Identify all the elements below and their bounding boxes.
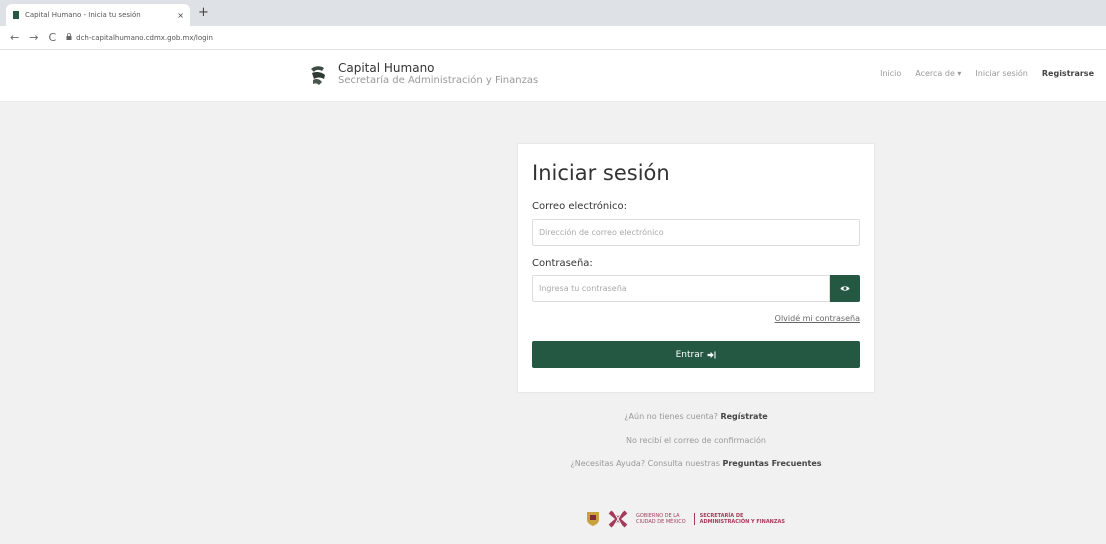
- help-prompt: ¿Necesitas Ayuda? Consulta nuestras Preg…: [517, 459, 875, 468]
- forward-button[interactable]: →: [29, 31, 38, 44]
- login-card: Iniciar sesión Correo electrónico: Contr…: [517, 143, 875, 393]
- tab-close-icon[interactable]: ×: [177, 11, 184, 20]
- tab-title: Capital Humano - Inicia tu sesión: [25, 11, 141, 19]
- site-header: Capital Humano Secretaría de Administrac…: [0, 50, 1106, 102]
- browser-toolbar: ← → C dch-capitalhumano.cdmx.gob.mx/logi…: [0, 26, 1106, 50]
- brand-name: Capital Humano: [338, 61, 435, 75]
- no-confirmation-text[interactable]: No recibí el correo de confirmación: [626, 436, 766, 445]
- password-label: Contraseña:: [532, 258, 593, 269]
- sec-text-block: SECRETARÍA DE ADMINISTRACIÓN Y FINANZAS: [693, 513, 785, 525]
- register-prompt: ¿Aún no tienes cuenta? Regístrate: [517, 412, 875, 421]
- site-logo[interactable]: Capital Humano Secretaría de Administrac…: [306, 62, 538, 87]
- reload-button[interactable]: C: [48, 31, 56, 44]
- nav-iniciar-sesion[interactable]: Iniciar sesión: [975, 69, 1027, 78]
- footer-logos: GOBIERNO DE LA CIUDAD DE MÉXICO SECRETAR…: [586, 510, 785, 528]
- sign-in-icon: [707, 350, 716, 359]
- email-input[interactable]: [532, 219, 860, 246]
- nav-registrarse[interactable]: Registrarse: [1042, 69, 1094, 78]
- submit-label: Entrar: [675, 349, 704, 360]
- submit-button[interactable]: Entrar: [532, 341, 860, 368]
- favicon-icon: [12, 11, 20, 19]
- eye-icon: [840, 286, 850, 291]
- no-confirmation-link[interactable]: No recibí el correo de confirmación: [517, 436, 875, 445]
- gov-text-2: CIUDAD DE MÉXICO: [636, 519, 686, 525]
- nav-acerca-de[interactable]: Acerca de ▾: [915, 69, 961, 78]
- sec-text-2: ADMINISTRACIÓN Y FINANZAS: [699, 519, 785, 525]
- brand-subtitle: Secretaría de Administración y Finanzas: [338, 75, 539, 86]
- forgot-password-link[interactable]: Olvidé mi contraseña: [775, 314, 860, 323]
- back-button[interactable]: ←: [10, 31, 19, 44]
- password-input[interactable]: [532, 275, 830, 302]
- city-coat-of-arms-icon: [587, 512, 599, 526]
- brand-emblem-icon: [307, 63, 329, 86]
- login-title: Iniciar sesión: [532, 161, 670, 185]
- email-label: Correo electrónico:: [532, 201, 627, 212]
- browser-tab[interactable]: Capital Humano - Inicia tu sesión ×: [6, 4, 190, 26]
- help-text: ¿Necesitas Ayuda? Consulta nuestras: [570, 459, 720, 468]
- lock-icon: [66, 33, 72, 42]
- url-text: dch-capitalhumano.cdmx.gob.mx/login: [76, 33, 213, 42]
- cdmx-emblem-icon: [608, 510, 628, 528]
- nav-inicio[interactable]: Inicio: [880, 69, 901, 78]
- show-password-button[interactable]: [830, 275, 860, 302]
- address-bar[interactable]: dch-capitalhumano.cdmx.gob.mx/login: [66, 33, 213, 42]
- top-navigation: Inicio Acerca de ▾ Iniciar sesión Regist…: [880, 69, 1094, 78]
- gov-text-block: GOBIERNO DE LA CIUDAD DE MÉXICO: [636, 513, 686, 525]
- no-account-text: ¿Aún no tienes cuenta?: [624, 412, 718, 421]
- register-link[interactable]: Regístrate: [720, 412, 767, 421]
- faq-link[interactable]: Preguntas Frecuentes: [722, 459, 821, 468]
- new-tab-button[interactable]: +: [198, 5, 209, 21]
- browser-tabstrip: Capital Humano - Inicia tu sesión × +: [0, 0, 1106, 26]
